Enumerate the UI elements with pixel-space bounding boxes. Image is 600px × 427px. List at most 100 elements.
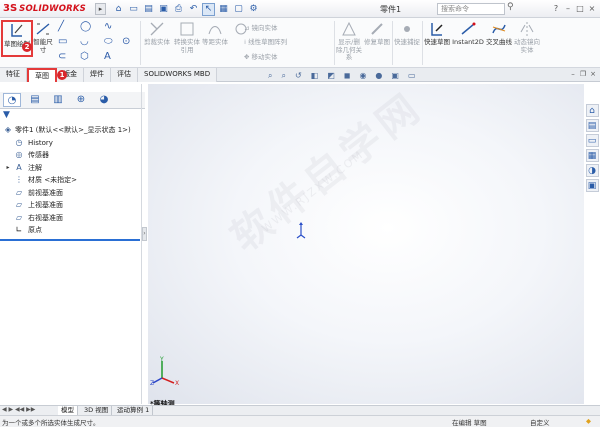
appearance-icon[interactable]: ●	[375, 71, 382, 81]
tree-root[interactable]: ◈ 零件1 (默认<<默认>_显示状态 1>)	[0, 124, 140, 137]
tab-scroll-arrows[interactable]: ◀ ▶ ◀◀ ▶▶	[2, 406, 35, 413]
tab-features[interactable]: 特征	[0, 68, 27, 82]
view-settings-icon[interactable]: ▭	[408, 71, 416, 81]
repair-sketch-button[interactable]: 修复草图	[364, 20, 390, 47]
select-pointer-icon[interactable]: ↖	[202, 2, 215, 16]
app-logo: 3S SOLIDWORKS	[0, 3, 92, 14]
quick-snaps-button[interactable]: 快速捕捉	[394, 20, 420, 47]
display-manager-icon[interactable]: ◕	[95, 93, 113, 107]
convert-icon	[180, 22, 194, 36]
linear-pattern-item[interactable]: ⁞ 线性草图阵列	[244, 36, 287, 46]
tree-item-origin[interactable]: ∟ 原点	[0, 224, 140, 237]
tree-item-sensors[interactable]: ◎ 传感器	[0, 149, 140, 162]
material-icon: ⋮	[15, 175, 23, 184]
filter-icon[interactable]: ▼	[3, 110, 10, 120]
tree-item-history[interactable]: ◷ History	[0, 137, 140, 150]
tree-item-annotations[interactable]: ▸ A 注解	[0, 162, 140, 175]
help-icon[interactable]: ?	[550, 2, 562, 15]
tab-weldments[interactable]: 焊件	[84, 68, 111, 82]
maximize-icon[interactable]: □	[574, 2, 586, 15]
feature-tree: ◈ 零件1 (默认<<默认>_显示状态 1>) ◷ History ◎ 传感器 …	[0, 124, 140, 237]
previous-view-icon[interactable]: ↺	[295, 71, 302, 81]
custom-properties-icon[interactable]: ▣	[585, 179, 599, 192]
rectangle-icon[interactable]: ▭	[58, 36, 67, 47]
convert-entities-button[interactable]: 转换实体引用	[172, 20, 202, 54]
intersection-curve-button[interactable]: 交叉曲线	[485, 20, 513, 47]
tree-item-material[interactable]: ⋮ 材质 <未指定>	[0, 174, 140, 187]
doc-minimize-icon[interactable]: –	[568, 70, 578, 78]
tab-sketch[interactable]: 草图	[27, 68, 57, 82]
slot-icon[interactable]: ⊂	[58, 51, 66, 62]
document-window-controls: – ❐ ×	[568, 70, 598, 78]
trim-entities-button[interactable]: 剪裁实体	[142, 20, 172, 47]
hide-show-icon[interactable]: ◉	[359, 71, 366, 81]
file-explorer-icon[interactable]: ▭	[585, 134, 599, 147]
property-manager-icon[interactable]: ▤	[26, 93, 44, 107]
tree-item-front-plane[interactable]: ▱ 前视基准面	[0, 187, 140, 200]
ellipse-icon[interactable]: ⬭	[104, 36, 113, 47]
point-icon[interactable]: ⊙	[122, 36, 130, 47]
tree-item-right-plane[interactable]: ▱ 右视基准面	[0, 212, 140, 225]
instant2d-button[interactable]: Instant2D	[451, 20, 485, 47]
text-tool-icon[interactable]: A	[104, 51, 111, 62]
undo-icon[interactable]: ↶	[187, 3, 200, 16]
panel-collapse-handle[interactable]: ›	[142, 227, 147, 241]
search-input[interactable]: 搜索命令	[437, 3, 505, 15]
reference-triad-icon: Y X Z	[150, 356, 179, 386]
tree-item-label: 材质 <未指定>	[28, 176, 77, 184]
ribbon-separator	[334, 21, 335, 65]
appearances-icon[interactable]: ◑	[585, 164, 599, 177]
feature-manager-icon[interactable]: ◔	[3, 93, 21, 107]
zoom-fit-icon[interactable]: ⌕	[268, 71, 272, 81]
move-entities-item[interactable]: ✥ 移动实体	[244, 51, 278, 61]
doc-close-icon[interactable]: ×	[588, 70, 598, 78]
status-custom-units[interactable]: 自定义	[530, 417, 550, 427]
rebuild-icon[interactable]: ▦	[217, 3, 230, 16]
instant2d-label: Instant2D	[452, 38, 484, 46]
circle-icon[interactable]: ◯	[80, 21, 91, 32]
section-view-icon[interactable]: ◧	[311, 71, 319, 81]
line-icon[interactable]: ╱	[58, 21, 64, 32]
mirror-entities-item[interactable]: ⊿ 镜向实体	[244, 22, 278, 32]
rebuild-status-icon[interactable]: ◆	[586, 417, 591, 425]
panel-divider	[141, 84, 142, 404]
save-icon[interactable]: ▣	[157, 3, 170, 16]
spline-icon[interactable]: ∿	[104, 21, 112, 32]
smart-dimension-button[interactable]: 智能尺寸	[32, 20, 54, 54]
file-props-icon[interactable]: ▢	[232, 3, 245, 16]
minimize-icon[interactable]: –	[562, 2, 574, 15]
resources-icon[interactable]: ⌂	[585, 104, 599, 117]
dynamic-mirror-button[interactable]: 动态镜向实体	[513, 20, 541, 54]
print-icon[interactable]: ⎙	[172, 3, 185, 16]
expand-arrow-icon[interactable]: ▸	[3, 163, 13, 173]
relations-icon	[342, 21, 356, 36]
display-style-icon[interactable]: ◼	[344, 71, 351, 81]
rollback-bar[interactable]	[0, 239, 140, 241]
view-palette-icon[interactable]: ▦	[585, 149, 599, 162]
logo-mark: 3S	[3, 3, 18, 14]
view-orientation-icon[interactable]: ◩	[327, 71, 335, 81]
doc-restore-icon[interactable]: ❐	[578, 70, 588, 78]
window-controls: ? – □ ×	[550, 2, 598, 15]
status-hint: 为一个或多个所选实体生成尺寸。	[2, 419, 100, 427]
options-gear-icon[interactable]: ⚙	[247, 3, 260, 16]
ribbon-separator	[392, 21, 393, 65]
close-icon[interactable]: ×	[586, 2, 598, 15]
tab-evaluate[interactable]: 评估	[111, 68, 138, 82]
tab-mbd[interactable]: SOLIDWORKS MBD	[138, 68, 218, 82]
home-icon[interactable]: ⌂	[112, 3, 125, 16]
plane-icon: ▱	[15, 187, 23, 197]
new-file-icon[interactable]: ▭	[127, 3, 140, 16]
menu-expand-button[interactable]: ▸	[95, 3, 106, 15]
search-icon[interactable]: ⚲	[507, 2, 514, 12]
configuration-manager-icon[interactable]: ▥	[49, 93, 67, 107]
zoom-area-icon[interactable]: ⌕	[281, 71, 285, 81]
dimxpert-icon[interactable]: ⊕	[72, 93, 90, 107]
tree-item-top-plane[interactable]: ▱ 上视基准面	[0, 199, 140, 212]
open-file-icon[interactable]: ▤	[142, 3, 155, 16]
rapid-sketch-button[interactable]: 快速草图	[423, 20, 451, 47]
design-library-icon[interactable]: ▤	[585, 119, 599, 132]
polygon-icon[interactable]: ⬡	[80, 51, 89, 62]
display-relations-button[interactable]: 显示/删除几何关系	[336, 20, 362, 62]
arc-icon[interactable]: ◡	[80, 36, 89, 47]
